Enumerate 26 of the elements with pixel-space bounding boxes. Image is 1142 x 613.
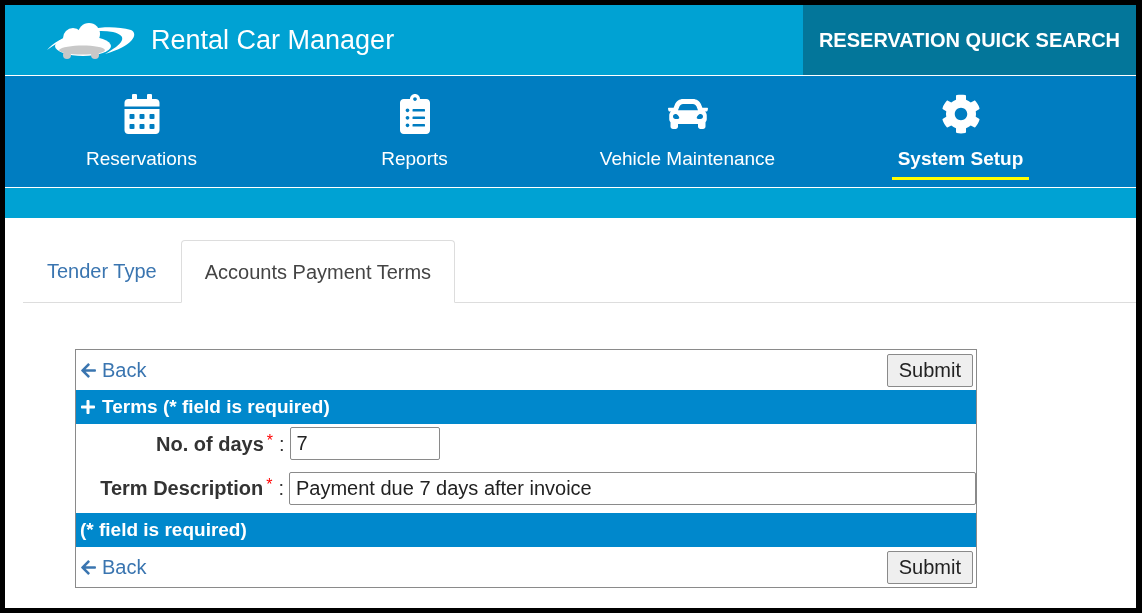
settings-icon bbox=[940, 94, 981, 134]
required-mark: * bbox=[266, 475, 273, 495]
required-note: (* field is required) bbox=[80, 517, 247, 542]
field-label: Term Description bbox=[100, 476, 264, 501]
text-input[interactable]: Payment due 7 days after invoice bbox=[289, 471, 976, 505]
field-label: No. of days bbox=[155, 431, 264, 457]
back-link[interactable]: Back bbox=[80, 552, 147, 582]
nav-item[interactable]: Vehicle Maintenance bbox=[599, 145, 776, 183]
text-input[interactable]: 7 bbox=[289, 427, 440, 460]
tab[interactable]: Tender Type bbox=[23, 240, 181, 302]
submit-button[interactable]: Submit bbox=[886, 550, 973, 584]
nav-item[interactable]: System Setup bbox=[891, 145, 1030, 180]
back-arrow-icon bbox=[80, 558, 97, 576]
plus-icon bbox=[80, 399, 96, 415]
nav-item[interactable]: Reports bbox=[381, 145, 448, 183]
back-arrow-icon bbox=[80, 361, 97, 379]
submit-button[interactable]: Submit bbox=[886, 353, 973, 387]
field-separator: : bbox=[278, 476, 284, 501]
section-title: Terms (* field is required) bbox=[102, 394, 330, 419]
field-separator: : bbox=[279, 431, 285, 457]
required-mark: * bbox=[266, 430, 273, 451]
nav-item[interactable]: Reservations bbox=[86, 145, 197, 183]
app-title: Rental Car Manager bbox=[151, 23, 395, 57]
quick-search-button[interactable]: RESERVATION QUICK SEARCH bbox=[803, 5, 1136, 75]
back-link[interactable]: Back bbox=[80, 355, 147, 385]
tab[interactable]: Accounts Payment Terms bbox=[180, 240, 456, 303]
